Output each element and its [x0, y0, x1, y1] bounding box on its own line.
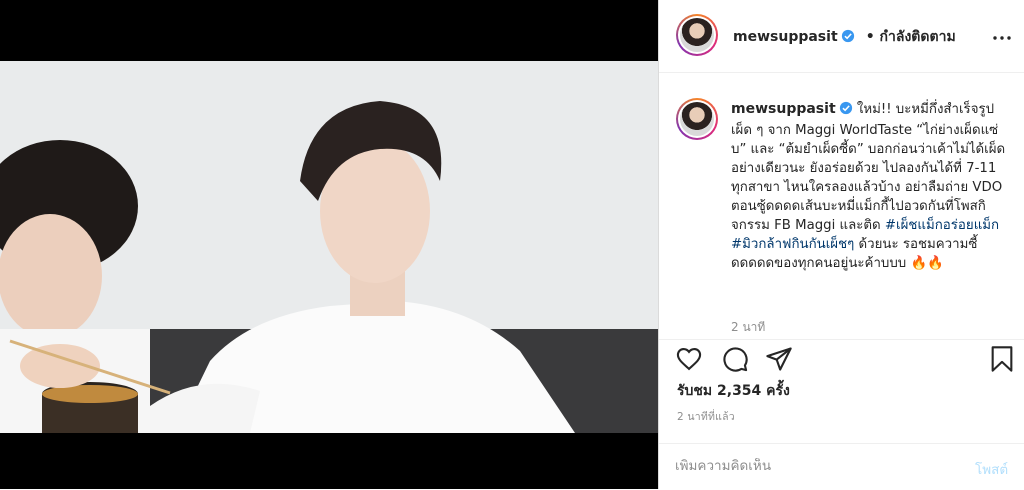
post-media: [0, 0, 658, 489]
caption-avatar[interactable]: [676, 98, 718, 140]
heart-icon: [676, 348, 702, 371]
video-player[interactable]: [0, 61, 658, 433]
caption-section: mewsuppasit ใหม่!! บะหมี่กึ่งสำเร็จรูปเผ…: [659, 73, 1024, 340]
hashtag-link[interactable]: #มิวกล้าฟกินกันเผ็ชๆ: [731, 237, 854, 252]
post-caption: mewsuppasit ใหม่!! บะหมี่กึ่งสำเร็จรูปเผ…: [731, 100, 1007, 273]
post-comment-button[interactable]: โพสต์: [975, 458, 1008, 480]
comment-button[interactable]: [721, 345, 749, 377]
comment-bubble-icon: [723, 347, 748, 372]
comment-bar: โพสต์: [659, 443, 1024, 490]
caption-text: ใหม่!! บะหมี่กึ่งสำเร็จรูปเผ็ด ๆ จาก Mag…: [731, 102, 1006, 233]
like-button[interactable]: [675, 345, 703, 377]
verified-badge-icon: [839, 101, 853, 121]
hashtag-link[interactable]: #เผ็ชแม็กอร่อยแม็ก: [885, 218, 999, 233]
post-header: mewsuppasit • กำลังติดตาม: [659, 0, 1024, 73]
verified-badge-icon: [841, 28, 855, 47]
post-timestamp[interactable]: 2 นาทีที่แล้ว: [677, 408, 735, 425]
video-frame: [0, 61, 658, 433]
view-count[interactable]: รับชม 2,354 ครั้ง: [677, 380, 790, 402]
header-username[interactable]: mewsuppasit: [733, 29, 838, 45]
share-button[interactable]: [765, 345, 793, 377]
post-side-panel: mewsuppasit • กำลังติดตาม mewsuppasit ให…: [659, 0, 1024, 489]
caption-username[interactable]: mewsuppasit: [731, 101, 836, 117]
paper-plane-icon: [766, 347, 792, 371]
more-options-button[interactable]: [993, 26, 1011, 45]
save-button[interactable]: [989, 345, 1015, 377]
action-bar: [659, 340, 1024, 380]
more-horizontal-icon: [993, 36, 1011, 40]
follow-status[interactable]: • กำลังติดตาม: [866, 29, 956, 45]
bookmark-icon: [991, 346, 1013, 372]
comment-input[interactable]: [675, 458, 945, 474]
caption-timestamp[interactable]: 2 นาที: [731, 318, 765, 337]
avatar[interactable]: [676, 14, 718, 56]
